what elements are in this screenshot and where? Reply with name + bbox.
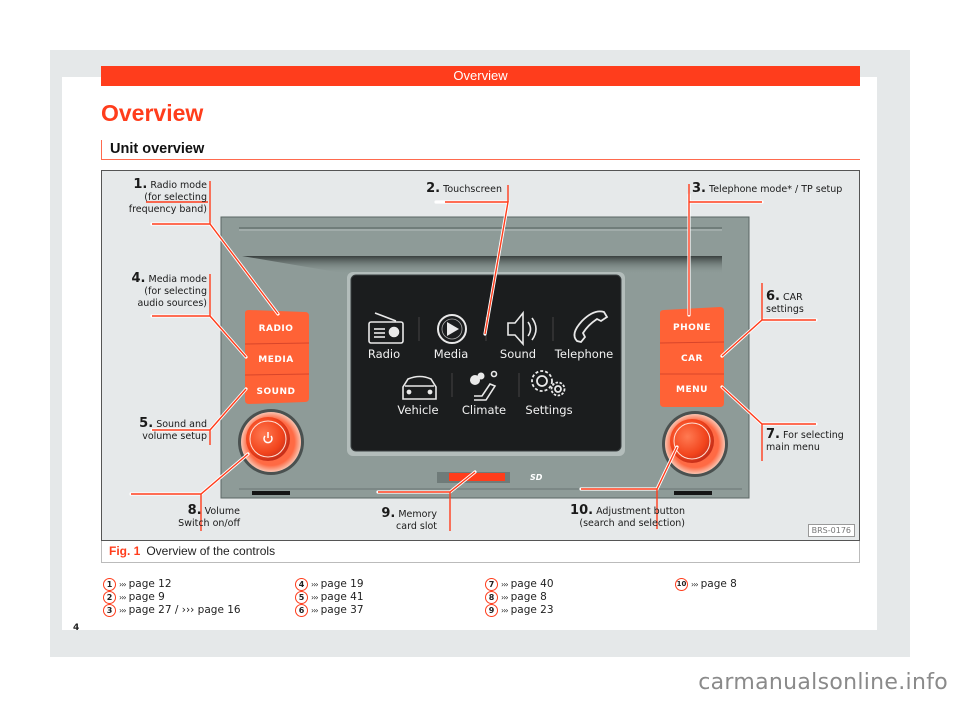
screen-label-sound[interactable]: Sound xyxy=(500,347,536,361)
sd-logo: SD xyxy=(530,473,543,482)
left-button-cluster: RADIO MEDIA SOUND xyxy=(244,310,310,404)
screen-label-radio[interactable]: Radio xyxy=(368,347,400,361)
figure-label: Fig. 1 xyxy=(109,544,141,558)
section-title: Unit overview xyxy=(101,140,860,160)
touchscreen[interactable]: Radio Media Sound Telephone Vehicle Clim… xyxy=(350,274,622,452)
menu-button[interactable]: MENU xyxy=(676,385,708,395)
reference-item[interactable]: 3 ››› page 27 / ››› page 16 xyxy=(103,604,241,617)
play-icon xyxy=(437,314,467,344)
right-button-cluster: PHONE CAR MENU xyxy=(659,307,725,407)
screen-label-telephone[interactable]: Telephone xyxy=(554,347,613,361)
reference-column-4: 10 ››› page 8 xyxy=(675,578,737,591)
figure-caption-text: Overview of the controls xyxy=(146,544,276,558)
volume-power-knob[interactable] xyxy=(238,409,304,475)
screen-label-media[interactable]: Media xyxy=(434,347,469,361)
phone-button[interactable]: PHONE xyxy=(673,323,711,333)
screen-label-settings[interactable]: Settings xyxy=(525,403,572,417)
radio-button[interactable]: RADIO xyxy=(259,324,294,334)
callout-8: 8. Volume Switch on/off xyxy=(178,503,240,529)
callout-7: 7. For selecting main menu xyxy=(766,427,844,453)
screen-label-climate[interactable]: Climate xyxy=(462,403,506,417)
callout-2: 2. Touchscreen xyxy=(426,181,502,196)
callout-4: 4. Media mode (for selecting audio sourc… xyxy=(131,271,207,309)
page-number: 4 xyxy=(73,623,80,633)
reference-item[interactable]: 9 ››› page 23 xyxy=(485,604,554,617)
reference-item[interactable]: 6 ››› page 37 xyxy=(295,604,364,617)
reference-item[interactable]: 1 ››› page 12 xyxy=(103,578,241,591)
screen-label-vehicle[interactable]: Vehicle xyxy=(397,403,438,417)
reference-column-1: 1 ››› page 12 2 ››› page 9 3 ››› page 27 / ›››… xyxy=(103,578,241,617)
reference-column-2: 4 ››› page 19 5 ››› page 41 6 ››› page 37 xyxy=(295,578,364,617)
car-button[interactable]: CAR xyxy=(681,354,703,364)
figure-code: BRS-0176 xyxy=(807,524,855,537)
adjustment-knob[interactable] xyxy=(662,411,728,477)
callout-5: 5. Sound and volume setup xyxy=(139,416,207,442)
reference-item[interactable]: 8 ››› page 8 xyxy=(485,591,554,604)
callout-9: 9. Memory card slot xyxy=(381,506,437,532)
figure-caption: Fig. 1 Overview of the controls xyxy=(101,541,860,563)
watermark[interactable]: carmanualsonline.info xyxy=(698,670,948,695)
callout-3: 3. Telephone mode* / TP setup xyxy=(692,181,843,196)
reference-item[interactable]: 7 ››› page 40 xyxy=(485,578,554,591)
sound-button[interactable]: SOUND xyxy=(257,387,296,397)
infotainment-unit-illustration: Radio Media Sound Telephone Vehicle Clim… xyxy=(129,181,818,531)
reference-item[interactable]: 4 ››› page 19 xyxy=(295,578,364,591)
reference-item[interactable]: 10 ››› page 8 xyxy=(675,578,737,591)
callout-1: 1. Radio mode (for selecting frequency b… xyxy=(128,177,207,215)
callout-10: 10. Adjustment button (search and select… xyxy=(570,503,685,529)
callout-6: 6. CAR settings xyxy=(766,289,804,315)
reference-item[interactable]: 2 ››› page 9 xyxy=(103,591,241,604)
reference-column-3: 7 ››› page 40 8 ››› page 8 9 ››› page 23 xyxy=(485,578,554,617)
figure-unit-overview: Radio Media Sound Telephone Vehicle Clim… xyxy=(101,170,860,541)
page-title: Overview xyxy=(101,100,204,126)
media-button[interactable]: MEDIA xyxy=(258,355,293,365)
reference-item[interactable]: 5 ››› page 41 xyxy=(295,591,364,604)
running-header: Overview xyxy=(101,66,860,86)
